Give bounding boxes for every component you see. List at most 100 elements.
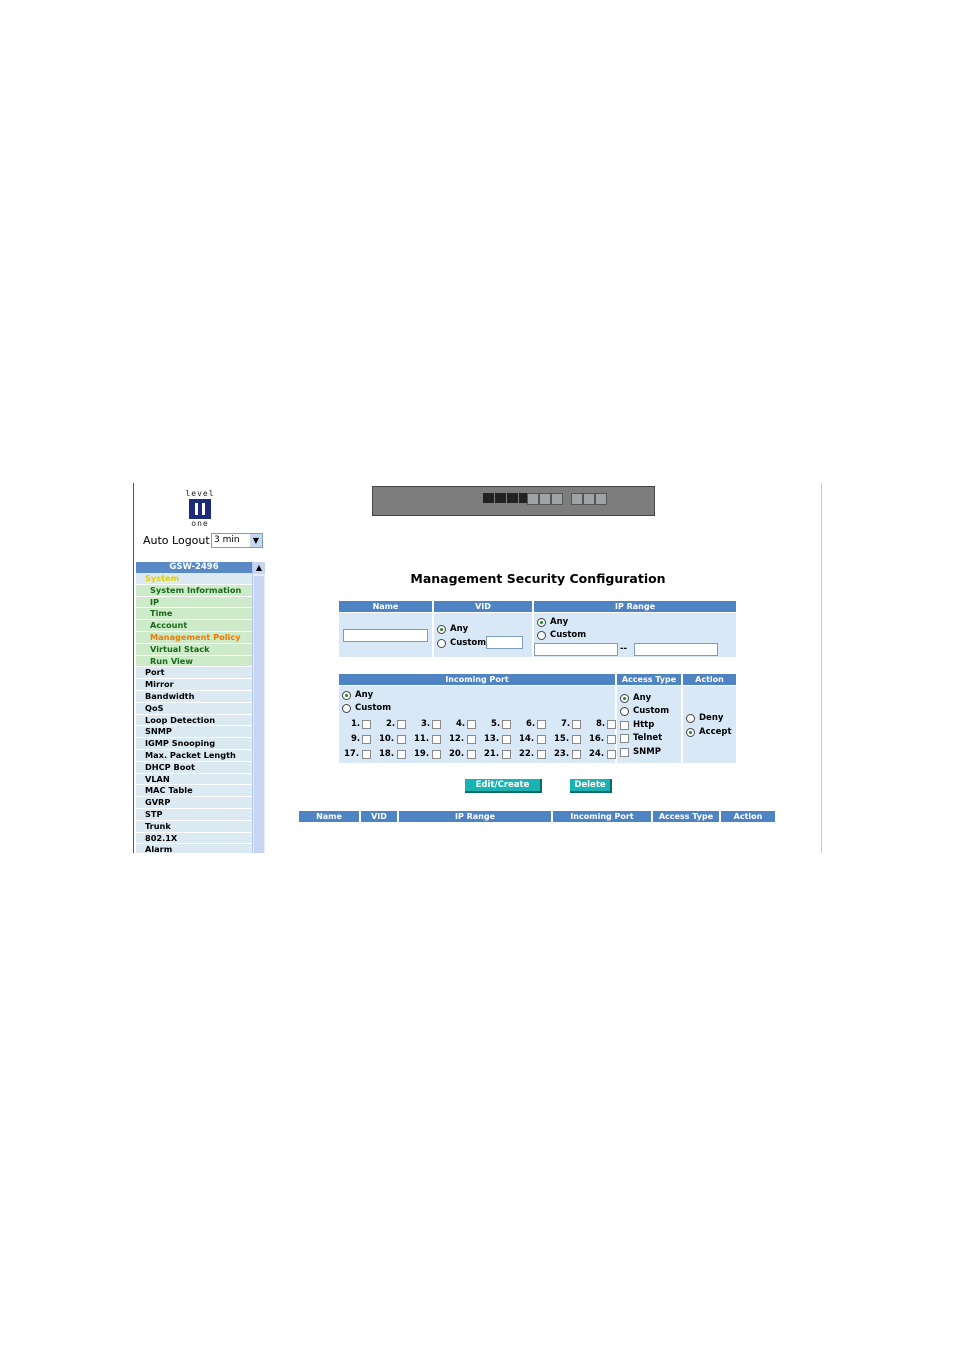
sidebar-item-account[interactable]: Account: [136, 620, 252, 632]
port-label: 2.: [386, 719, 396, 729]
sidebar-nav: GSW-2496 System System Information IP Time A…: [136, 562, 252, 853]
port-checkbox[interactable]: [537, 735, 546, 744]
port-checkbox[interactable]: [502, 720, 511, 729]
port-label: 7.: [561, 719, 571, 729]
vid-custom-radio[interactable]: [437, 639, 446, 648]
port-label: 9.: [351, 734, 361, 744]
action-deny-label: Deny: [699, 713, 724, 723]
port-checkbox[interactable]: [537, 720, 546, 729]
logo-mark: [189, 499, 211, 519]
port-custom-radio[interactable]: [342, 704, 351, 713]
vid-any-label: Any: [450, 624, 469, 634]
access-telnet-checkbox[interactable]: [620, 734, 629, 743]
sidebar-item-igmp-snooping[interactable]: IGMP Snooping: [136, 738, 252, 750]
port-checkbox[interactable]: [397, 735, 406, 744]
sidebar-item-mac-table[interactable]: MAC Table: [136, 785, 252, 798]
sidebar-item-mirror[interactable]: Mirror: [136, 679, 252, 691]
switch-port: [495, 493, 506, 503]
chevron-up-icon[interactable]: ▲: [253, 562, 265, 574]
port-checkbox[interactable]: [467, 720, 476, 729]
port-checkbox[interactable]: [432, 720, 441, 729]
access-custom-radio[interactable]: [620, 707, 629, 716]
sidebar-item-gvrp[interactable]: GVRP: [136, 797, 252, 809]
action-cell: [683, 686, 736, 763]
sidebar-item-ip[interactable]: IP: [136, 596, 252, 609]
port-checkbox[interactable]: [397, 720, 406, 729]
list-vid-header: VID: [361, 811, 397, 822]
access-snmp-checkbox[interactable]: [620, 748, 629, 757]
port-checkbox[interactable]: [607, 720, 616, 729]
ip-start-input[interactable]: [534, 643, 618, 656]
port-any-radio[interactable]: [342, 691, 351, 700]
delete-button[interactable]: Delete: [570, 779, 612, 793]
frame-border: [821, 483, 822, 853]
port-checkbox[interactable]: [502, 735, 511, 744]
page-title: Management Security Configuration: [410, 571, 666, 586]
sidebar-item-time[interactable]: Time: [136, 608, 252, 621]
port-checkbox[interactable]: [572, 750, 581, 759]
sidebar-item-qos[interactable]: QoS: [136, 703, 252, 715]
sidebar-item-management-policy[interactable]: Management Policy: [136, 631, 252, 644]
list-name-header: Name: [299, 811, 359, 822]
ip-any-radio[interactable]: [537, 618, 546, 627]
vid-any-radio[interactable]: [437, 625, 446, 634]
port-label: 24.: [589, 749, 605, 759]
auto-logout-select[interactable]: 3 min ▼: [211, 533, 263, 548]
name-input[interactable]: [343, 629, 428, 642]
sidebar-item-alarm[interactable]: Alarm: [136, 844, 252, 853]
port-checkbox[interactable]: [607, 750, 616, 759]
sidebar-item-802-1x[interactable]: 802.1X: [136, 833, 252, 845]
port-checkbox[interactable]: [432, 750, 441, 759]
port-checkbox[interactable]: [362, 735, 371, 744]
port-label: 4.: [456, 719, 466, 729]
port-label: 18.: [379, 749, 395, 759]
port-checkbox[interactable]: [432, 735, 441, 744]
port-checkbox[interactable]: [467, 750, 476, 759]
access-http-checkbox[interactable]: [620, 721, 629, 730]
switch-front-panel-image: [372, 486, 655, 516]
sidebar-item-max-packet-length[interactable]: Max. Packet Length: [136, 750, 252, 762]
sidebar-item-port[interactable]: Port: [136, 667, 252, 680]
sidebar-scrollbar[interactable]: ▲: [252, 562, 265, 853]
switch-port: [539, 493, 551, 505]
ip-custom-label: Custom: [550, 630, 587, 640]
ip-end-input[interactable]: [634, 643, 718, 656]
sidebar-item-system[interactable]: System: [136, 573, 252, 585]
port-checkbox[interactable]: [607, 735, 616, 744]
sidebar-item-bandwidth[interactable]: Bandwidth: [136, 691, 252, 703]
port-label: 3.: [421, 719, 431, 729]
edit-create-button[interactable]: Edit/Create: [465, 779, 542, 793]
scrollbar-thumb[interactable]: [254, 576, 264, 853]
vid-input[interactable]: [486, 636, 523, 649]
port-checkbox[interactable]: [467, 735, 476, 744]
sidebar-item-snmp[interactable]: SNMP: [136, 726, 252, 739]
ip-custom-radio[interactable]: [537, 631, 546, 640]
sidebar-item-virtual-stack[interactable]: Virtual Stack: [136, 643, 252, 656]
port-checkbox[interactable]: [572, 735, 581, 744]
vid-custom-label: Custom: [450, 638, 487, 648]
switch-port: [483, 493, 494, 503]
sidebar-item-system-information[interactable]: System Information: [136, 584, 252, 597]
action-accept-radio[interactable]: [686, 728, 695, 737]
port-label: 11.: [414, 734, 430, 744]
incoming-port-header: Incoming Port: [339, 674, 615, 685]
sidebar-item-stp[interactable]: STP: [136, 809, 252, 821]
port-label: 6.: [526, 719, 536, 729]
port-custom-label: Custom: [355, 703, 392, 713]
sidebar-item-run-view[interactable]: Run View: [136, 655, 252, 668]
nav-header: GSW-2496: [136, 562, 252, 573]
port-checkbox[interactable]: [502, 750, 511, 759]
sidebar-item-dhcp-boot[interactable]: DHCP Boot: [136, 762, 252, 774]
port-checkbox[interactable]: [362, 720, 371, 729]
sidebar-item-trunk[interactable]: Trunk: [136, 821, 252, 833]
sidebar-item-vlan[interactable]: VLAN: [136, 774, 252, 786]
sidebar-item-loop-detection[interactable]: Loop Detection: [136, 715, 252, 727]
port-checkbox[interactable]: [362, 750, 371, 759]
port-label: 22.: [519, 749, 535, 759]
access-any-radio[interactable]: [620, 694, 629, 703]
chevron-down-icon[interactable]: ▼: [250, 534, 262, 547]
port-checkbox[interactable]: [572, 720, 581, 729]
port-checkbox[interactable]: [397, 750, 406, 759]
action-deny-radio[interactable]: [686, 714, 695, 723]
port-checkbox[interactable]: [537, 750, 546, 759]
